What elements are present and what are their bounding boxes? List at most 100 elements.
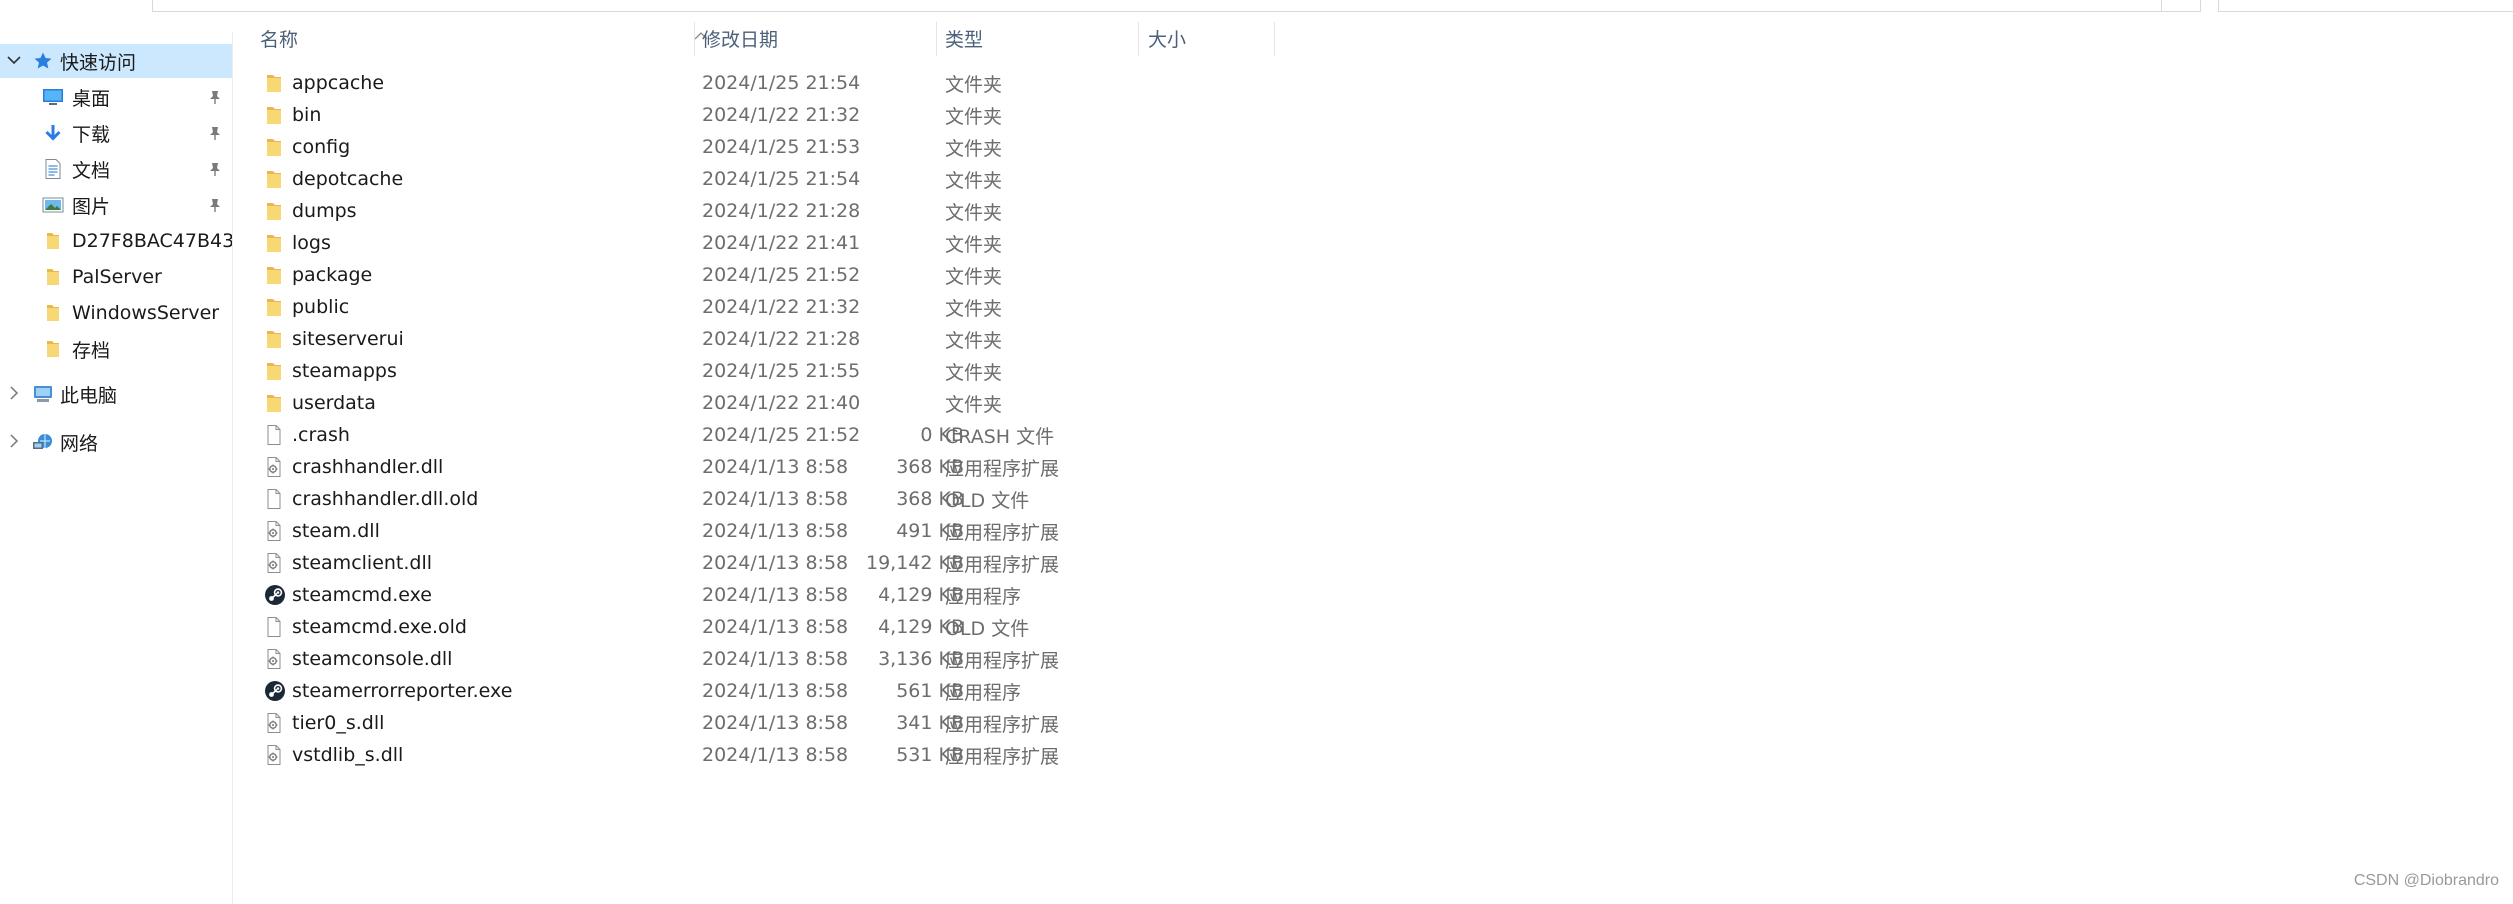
- chevron-right-icon[interactable]: [6, 433, 22, 449]
- file-row[interactable]: steamcmd.exe 2024/1/13 8:58 应用程序 4,129 KB: [232, 579, 1282, 611]
- file-type: 文件夹: [945, 73, 1003, 96]
- dll-file-icon: [264, 520, 284, 542]
- file-row[interactable]: package 2024/1/25 21:52 文件夹: [232, 259, 1282, 291]
- column-header: 名称 修改日期 类型 大小: [232, 18, 1282, 58]
- column-date[interactable]: 修改日期: [702, 18, 932, 58]
- column-divider[interactable]: [1138, 22, 1139, 56]
- file-row[interactable]: vstdlib_s.dll 2024/1/13 8:58 应用程序扩展 531 KB: [232, 739, 1282, 771]
- file-date: 2024/1/13 8:58: [702, 744, 849, 766]
- sidebar-item[interactable]: D27F8BAC47B432: [0, 224, 232, 258]
- file-date: 2024/1/22 21:40: [702, 392, 861, 414]
- file-row[interactable]: .crash 2024/1/25 21:52 CRASH 文件 0 KB: [232, 419, 1282, 451]
- file-row[interactable]: steamcmd.exe.old 2024/1/13 8:58 OLD 文件 4,12…: [232, 611, 1282, 643]
- column-type[interactable]: 类型: [945, 18, 1135, 58]
- sidebar-item[interactable]: 图片: [0, 188, 232, 222]
- file-name: steamclient.dll: [292, 552, 433, 574]
- dll-file-icon: [264, 552, 284, 574]
- file-row[interactable]: public 2024/1/22 21:32 文件夹: [232, 291, 1282, 323]
- folder-icon: [264, 232, 284, 254]
- file-date: 2024/1/25 21:53: [702, 136, 861, 158]
- sidebar-item[interactable]: WindowsServer: [0, 296, 232, 330]
- file-row[interactable]: crashhandler.dll.old 2024/1/13 8:58 OLD 文件…: [232, 483, 1282, 515]
- file-row[interactable]: config 2024/1/25 21:53 文件夹: [232, 131, 1282, 163]
- file-row[interactable]: userdata 2024/1/22 21:40 文件夹: [232, 387, 1282, 419]
- address-bar[interactable]: [152, 0, 2162, 12]
- column-divider[interactable]: [1274, 22, 1275, 56]
- pin-icon[interactable]: [208, 125, 222, 141]
- pin-icon[interactable]: [208, 161, 222, 177]
- file-name: public: [292, 296, 350, 318]
- file-name: steam.dll: [292, 520, 380, 542]
- column-name-label: 名称: [260, 28, 299, 51]
- file-row[interactable]: crashhandler.dll 2024/1/13 8:58 应用程序扩展 368 …: [232, 451, 1282, 483]
- sidebar-item[interactable]: 下载: [0, 116, 232, 150]
- file-type: 文件夹: [945, 137, 1003, 160]
- file-name: vstdlib_s.dll: [292, 744, 404, 766]
- nav-this-pc[interactable]: 此电脑: [0, 377, 232, 411]
- column-divider[interactable]: [694, 22, 695, 56]
- dll-file-icon: [264, 648, 284, 670]
- pin-icon[interactable]: [208, 197, 222, 213]
- file-date: 2024/1/22 21:32: [702, 296, 861, 318]
- file-name: userdata: [292, 392, 376, 414]
- sidebar-item[interactable]: 存档: [0, 332, 232, 366]
- file-size: 368 KB: [896, 488, 964, 510]
- file-name: bin: [292, 104, 322, 126]
- sidebar-item[interactable]: PalServer: [0, 260, 232, 294]
- file-row[interactable]: siteserverui 2024/1/22 21:28 文件夹: [232, 323, 1282, 355]
- chevron-right-icon[interactable]: [6, 385, 22, 401]
- sidebar-item-label: 下载: [72, 123, 111, 146]
- column-name[interactable]: 名称: [260, 18, 680, 58]
- file-name: steamapps: [292, 360, 397, 382]
- file-row[interactable]: tier0_s.dll 2024/1/13 8:58 应用程序扩展 341 KB: [232, 707, 1282, 739]
- file-size: 368 KB: [896, 456, 964, 478]
- file-row[interactable]: steam.dll 2024/1/13 8:58 应用程序扩展 491 KB: [232, 515, 1282, 547]
- refresh-button[interactable]: [2162, 0, 2201, 12]
- file-type: 文件夹: [945, 361, 1003, 384]
- folder-icon: [264, 296, 284, 318]
- file-row[interactable]: steamerrorreporter.exe 2024/1/13 8:58 应用程序…: [232, 675, 1282, 707]
- file-type: 文件夹: [945, 169, 1003, 192]
- file-size: 3,136 KB: [878, 648, 964, 670]
- file-row[interactable]: steamapps 2024/1/25 21:55 文件夹: [232, 355, 1282, 387]
- file-row[interactable]: steamclient.dll 2024/1/13 8:58 应用程序扩展 19,14…: [232, 547, 1282, 579]
- document-icon: [42, 158, 64, 180]
- download-icon: [42, 122, 64, 144]
- file-name: steamerrorreporter.exe: [292, 680, 513, 702]
- file-row[interactable]: steamconsole.dll 2024/1/13 8:58 应用程序扩展 3,13…: [232, 643, 1282, 675]
- file-name: .crash: [292, 424, 350, 446]
- folder-icon: [264, 264, 284, 286]
- file-date: 2024/1/25 21:55: [702, 360, 861, 382]
- file-date: 2024/1/13 8:58: [702, 456, 849, 478]
- nav-label: 此电脑: [60, 384, 118, 407]
- file-list: appcache 2024/1/25 21:54 文件夹 bin 2024/1/22 2…: [232, 67, 1282, 771]
- column-size[interactable]: 大小: [1148, 18, 1268, 58]
- folder-icon: [42, 230, 64, 252]
- file-row[interactable]: dumps 2024/1/22 21:28 文件夹: [232, 195, 1282, 227]
- column-divider[interactable]: [936, 22, 937, 56]
- computer-icon: [32, 383, 54, 405]
- sidebar-item[interactable]: 桌面: [0, 80, 232, 114]
- file-name: depotcache: [292, 168, 404, 190]
- file-type: 文件夹: [945, 393, 1003, 416]
- pin-icon[interactable]: [208, 89, 222, 105]
- nav-network[interactable]: 网络: [0, 425, 232, 459]
- file-size: 531 KB: [896, 744, 964, 766]
- file-name: dumps: [292, 200, 357, 222]
- nav-quick-access[interactable]: 快速访问: [0, 44, 232, 78]
- dll-file-icon: [264, 712, 284, 734]
- file-size: 4,129 KB: [878, 616, 964, 638]
- file-row[interactable]: logs 2024/1/22 21:41 文件夹: [232, 227, 1282, 259]
- file-name: tier0_s.dll: [292, 712, 385, 734]
- file-row[interactable]: bin 2024/1/22 21:32 文件夹: [232, 99, 1282, 131]
- file-row[interactable]: appcache 2024/1/25 21:54 文件夹: [232, 67, 1282, 99]
- chevron-down-icon[interactable]: [6, 52, 22, 68]
- file-row[interactable]: depotcache 2024/1/25 21:54 文件夹: [232, 163, 1282, 195]
- star-icon: [32, 50, 54, 72]
- file-date: 2024/1/22 21:32: [702, 104, 861, 126]
- sidebar-item[interactable]: 文档: [0, 152, 232, 186]
- search-input[interactable]: [2218, 0, 2513, 12]
- folder-icon: [264, 360, 284, 382]
- file-date: 2024/1/25 21:52: [702, 264, 861, 286]
- file-name: crashhandler.dll: [292, 456, 444, 478]
